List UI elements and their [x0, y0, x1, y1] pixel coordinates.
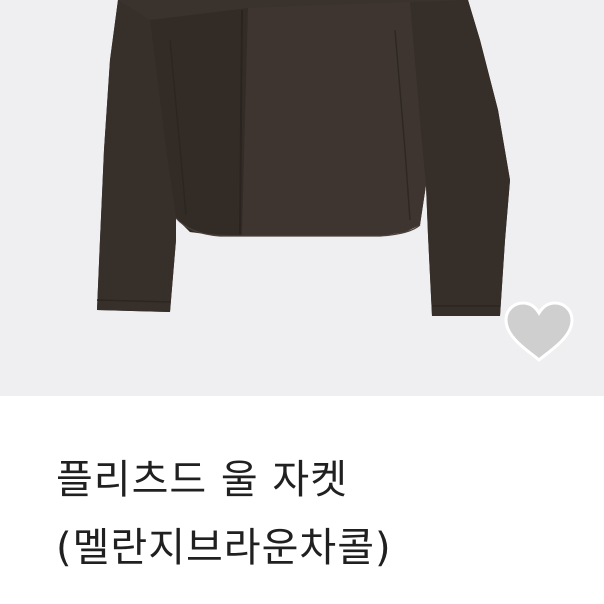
heart-icon	[504, 301, 574, 363]
product-image[interactable]	[0, 0, 604, 396]
product-card[interactable]: 플리츠드 울 자켓 (멜란지브라운차콜)	[0, 0, 604, 604]
like-button[interactable]	[500, 300, 578, 364]
product-title[interactable]: 플리츠드 울 자켓 (멜란지브라운차콜)	[56, 446, 596, 582]
